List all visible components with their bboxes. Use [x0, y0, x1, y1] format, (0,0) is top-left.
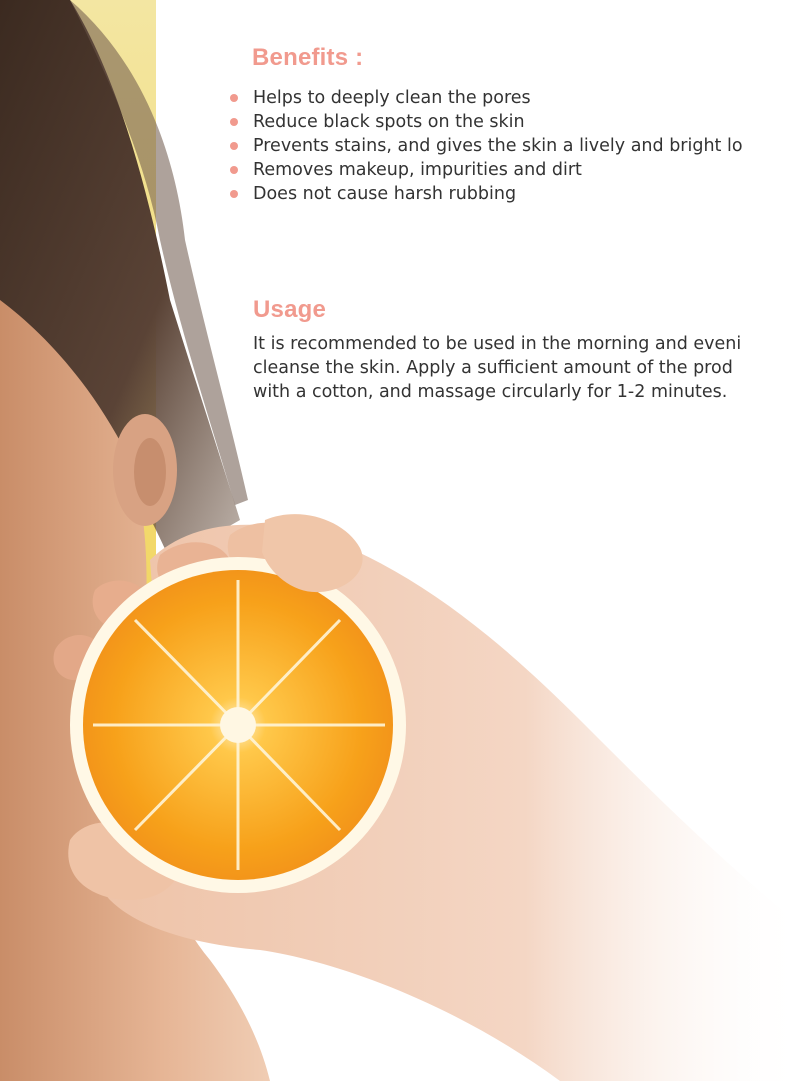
- bullet-icon: [230, 190, 238, 198]
- benefit-item: Does not cause harsh rubbing: [230, 182, 743, 206]
- usage-line: with a cotton, and massage circularly fo…: [253, 382, 728, 402]
- product-info: Benefits : Helps to deeply clean the por…: [0, 0, 806, 1081]
- benefits-list: Helps to deeply clean the pores Reduce b…: [230, 86, 743, 206]
- benefit-text: Removes makeup, impurities and dirt: [253, 160, 582, 180]
- benefit-item: Prevents stains, and gives the skin a li…: [230, 134, 743, 158]
- usage-paragraph: It is recommended to be used in the morn…: [253, 332, 741, 404]
- benefit-text: Reduce black spots on the skin: [253, 112, 525, 132]
- bullet-icon: [230, 166, 238, 174]
- usage-line: It is recommended to be used in the morn…: [253, 334, 742, 354]
- benefit-text: Does not cause harsh rubbing: [253, 184, 517, 204]
- benefit-item: Reduce black spots on the skin: [230, 110, 743, 134]
- usage-line: cleanse the skin. Apply a sufficient amo…: [253, 358, 733, 378]
- benefit-item: Helps to deeply clean the pores: [230, 86, 743, 110]
- usage-title: Usage: [253, 296, 327, 323]
- benefits-title: Benefits :: [252, 44, 364, 71]
- bullet-icon: [230, 118, 238, 126]
- benefit-text: Prevents stains, and gives the skin a li…: [253, 136, 743, 156]
- benefit-item: Removes makeup, impurities and dirt: [230, 158, 743, 182]
- bullet-icon: [230, 94, 238, 102]
- benefit-text: Helps to deeply clean the pores: [253, 88, 531, 108]
- bullet-icon: [230, 142, 238, 150]
